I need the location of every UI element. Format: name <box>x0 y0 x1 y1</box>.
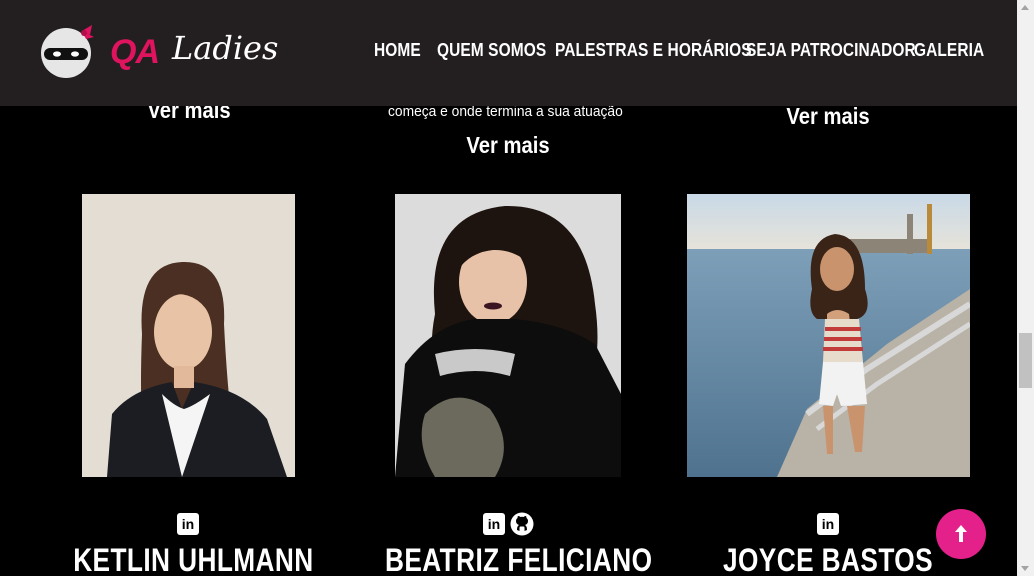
speaker-name-beatriz: BEATRIZ FELICIANO <box>385 542 653 576</box>
scroll-thumb[interactable] <box>1019 333 1032 388</box>
speaker-photo-beatriz <box>395 194 621 477</box>
back-to-top-button[interactable] <box>936 509 986 559</box>
linkedin-icon[interactable]: in <box>176 512 200 536</box>
speaker-social-joyce: in <box>816 512 840 536</box>
linkedin-glyph: in <box>483 513 505 535</box>
speaker-name-ketlin: KETLIN UHLMANN <box>73 542 314 576</box>
ninja-mascot-icon <box>41 25 94 78</box>
nav-galeria[interactable]: GALERIA <box>914 40 984 61</box>
github-glyph <box>510 512 534 536</box>
ver-mais-link-right[interactable]: Ver mais <box>785 103 871 130</box>
linkedin-glyph: in <box>177 513 199 535</box>
nav-palestras-horarios[interactable]: PALESTRAS E HORÁRIOS <box>555 40 752 61</box>
arrow-up-icon <box>955 525 967 542</box>
speaker-photo-ketlin <box>82 194 295 477</box>
nav-seja-patrocinador[interactable]: SEJA PATROCINADOR <box>746 40 916 61</box>
speaker-photo-joyce <box>687 194 970 477</box>
logo-ladies-text: Ladies <box>172 29 279 67</box>
speaker-social-beatriz: in <box>482 512 534 536</box>
github-icon[interactable] <box>510 512 534 536</box>
qa-ladies-logo[interactable]: QA Ladies <box>40 21 278 81</box>
speaker-social-ketlin: in <box>176 512 200 536</box>
linkedin-icon[interactable]: in <box>816 512 840 536</box>
logo-qa-text: QA <box>110 33 160 71</box>
nav-quem-somos[interactable]: QUEM SOMOS <box>437 40 546 61</box>
speaker-name-joyce: JOYCE BASTOS <box>722 542 934 576</box>
linkedin-glyph: in <box>817 513 839 535</box>
page-scrollbar[interactable] <box>1017 0 1034 576</box>
site-header: QA Ladies HOME QUEM SOMOS PALESTRAS E HO… <box>0 0 1017 106</box>
scroll-up-icon[interactable] <box>1021 5 1029 10</box>
nav-home[interactable]: HOME <box>374 40 421 61</box>
scroll-down-icon[interactable] <box>1021 566 1029 571</box>
linkedin-icon[interactable]: in <box>482 512 506 536</box>
ver-mais-link-middle[interactable]: Ver mais <box>465 132 551 159</box>
